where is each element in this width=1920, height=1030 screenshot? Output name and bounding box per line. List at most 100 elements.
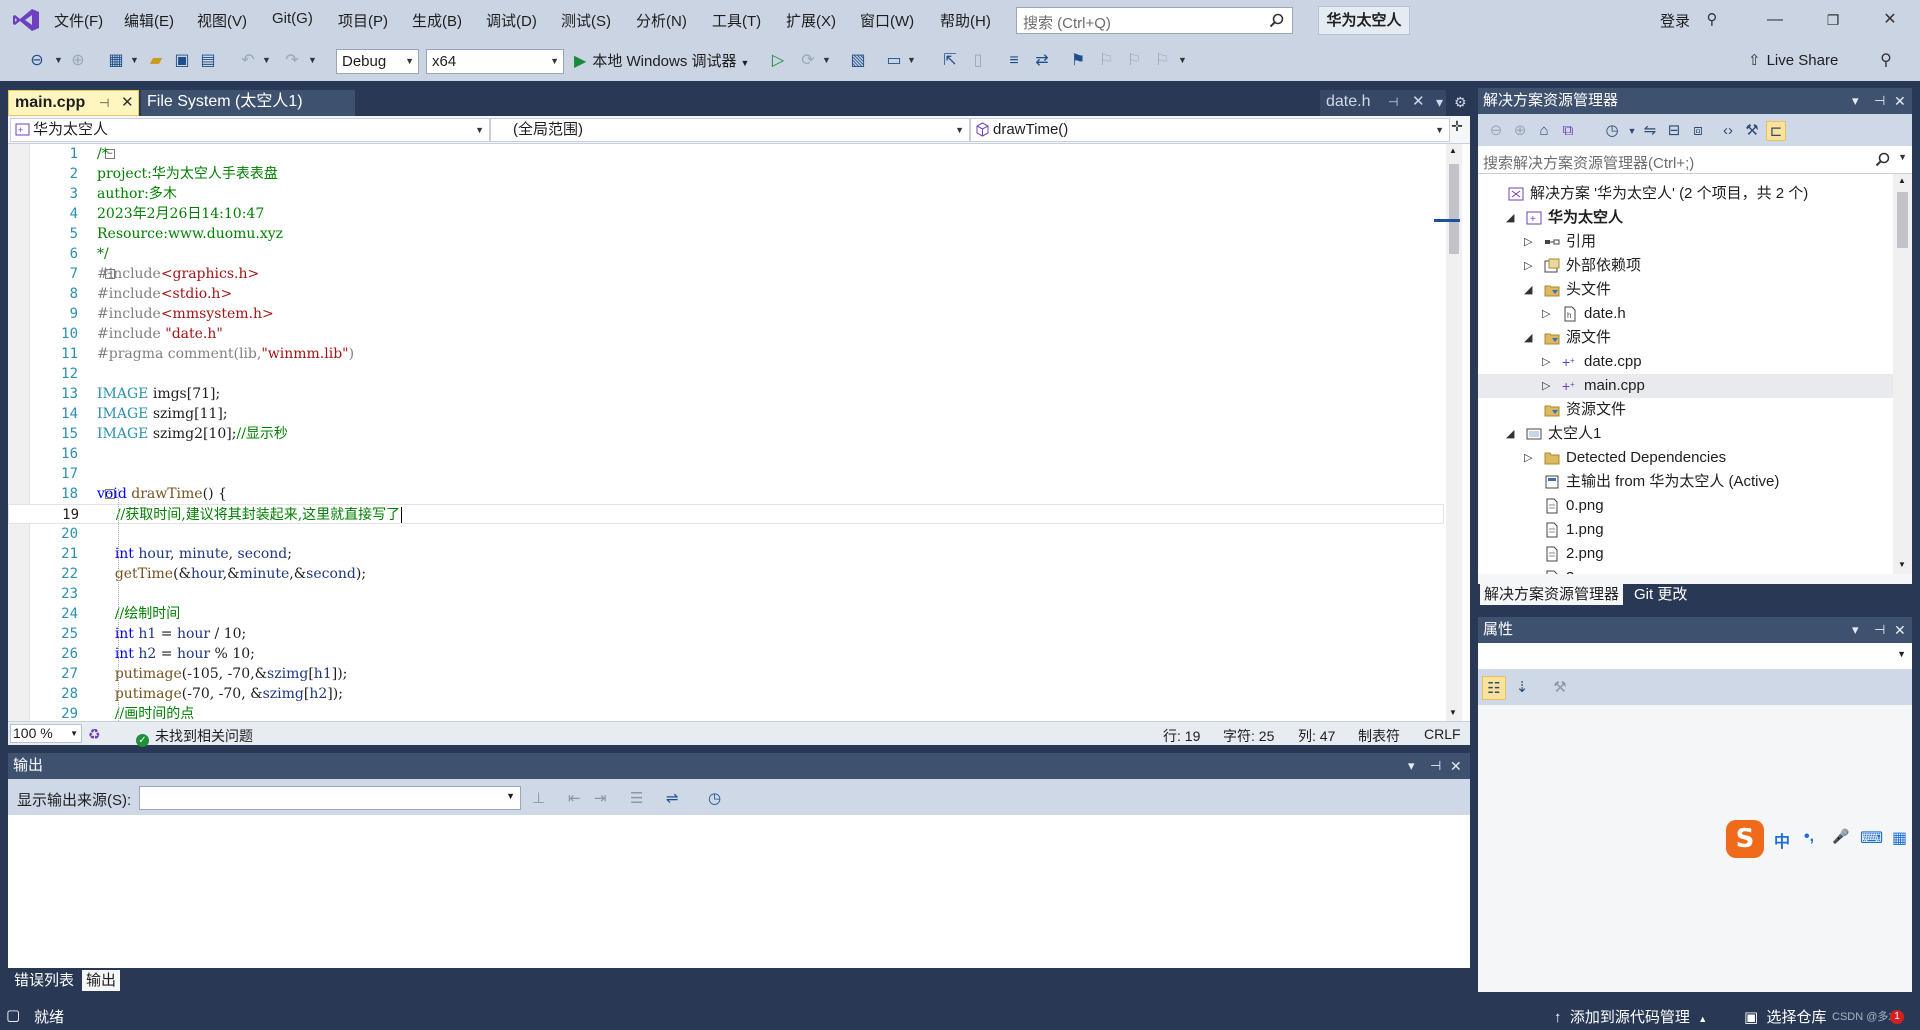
code-line[interactable]: 23 [8,584,1444,604]
uncomment-icon[interactable]: ⇄ [1032,51,1052,71]
line-indicator[interactable]: 行: 19 [1163,726,1200,746]
toolbar-overflow-icon[interactable]: ▼ [1178,55,1187,65]
code-line[interactable]: 1−/* [8,144,1444,164]
code-line[interactable]: 13 IMAGE imgs[71]; [8,384,1444,404]
save-all-icon[interactable]: ▤ [198,51,218,71]
menu-debug[interactable]: 调试(D) [486,10,537,31]
member-navigation-select[interactable]: drawTime() ▼ [970,118,1450,142]
back-icon[interactable]: ⊖ [27,51,47,71]
split-editor-icon[interactable]: ✛ [1448,118,1466,140]
scrollbar-thumb[interactable] [1449,164,1459,254]
show-all-files-icon[interactable]: ⧈ [1688,121,1708,141]
view-code-icon[interactable]: ‹› [1718,121,1738,141]
undo-icon[interactable]: ↶ [238,51,258,71]
menu-file[interactable]: 文件(F) [54,10,103,31]
hot-reload-dropdown-icon[interactable]: ▼ [822,55,831,65]
code-line[interactable]: 20 [8,524,1444,544]
code-line[interactable]: 29 //画时间的点 [8,704,1444,721]
code-line[interactable]: 10 #include "date.h" [8,324,1444,344]
close-panel-icon[interactable]: ✕ [1450,753,1462,779]
tree-item[interactable]: 2.png [1478,542,1893,566]
tree-item[interactable]: ▷ Detected Dependencies [1478,446,1893,470]
code-line[interactable]: 27 putimage(-105, -70,&szimg[h1]); [8,664,1444,684]
tree-item[interactable]: 3.png [1478,566,1893,574]
properties-object-select[interactable]: ▼ [1478,643,1912,669]
add-to-source-control-button[interactable]: ↑ 添加到源代码管理 ▲ [1554,1006,1707,1027]
pin-icon[interactable]: ⊣ [1874,617,1885,643]
tree-item[interactable]: ◢ 头文件 [1478,278,1893,302]
tree-item[interactable]: ◢ + 华为太空人 [1478,206,1893,230]
back-dropdown-icon[interactable]: ▼ [54,55,63,65]
alphabetical-icon[interactable]: ⇣ [1510,676,1534,700]
collapsed-arrow-icon[interactable]: ▷ [1542,302,1550,326]
tree-item[interactable]: ▷ h date.h [1478,302,1893,326]
layout-dropdown-icon[interactable]: ▼ [907,55,916,65]
close-tab-icon[interactable]: ✕ [1412,90,1425,114]
code-line[interactable]: 17 [8,464,1444,484]
line-ending-indicator[interactable]: CRLF [1424,726,1461,742]
editor-vertical-scrollbar[interactable]: ▲ ▼ [1434,144,1462,721]
word-wrap-icon[interactable]: ⇌ [666,789,679,807]
tree-item[interactable]: 1.png [1478,518,1893,542]
code-line[interactable]: 5 Resource:www.duomu.xyz [8,224,1444,244]
code-line[interactable]: 4 2023年2月26日14:10:47 [8,204,1444,224]
tree-item[interactable]: 资源文件 [1478,398,1893,422]
start-debugging-button[interactable]: ▶ 本地 Windows 调试器 ▼ [574,50,749,74]
expanded-arrow-icon[interactable]: ◢ [1506,206,1514,230]
new-dropdown-icon[interactable]: ▼ [130,55,139,65]
pending-changes-filter-icon[interactable]: ◷ [1602,121,1622,141]
back-icon[interactable]: ⊖ [1486,121,1506,141]
tree-item[interactable]: 解决方案 '华为太空人' (2 个项目，共 2 个) [1478,182,1893,206]
scrollbar-thumb[interactable] [1897,192,1908,248]
pin-icon[interactable]: ⊣ [1874,88,1885,114]
collapsed-arrow-icon[interactable]: ▷ [1542,350,1550,374]
scroll-down-icon[interactable]: ▼ [1449,708,1457,717]
start-without-debugging-icon[interactable]: ▷ [768,51,788,71]
solution-search-input[interactable]: 搜索解决方案资源管理器(Ctrl+;) ▼ [1478,146,1912,174]
home-icon[interactable]: ⌂ [1534,121,1554,141]
menu-view[interactable]: 视图(V) [197,10,247,31]
notification-badge[interactable]: 1 [1890,1010,1904,1024]
expanded-arrow-icon[interactable]: ◢ [1524,326,1532,350]
clear-all-icon[interactable]: ☰ [630,789,643,807]
sign-in-link[interactable]: 登录 [1660,10,1690,31]
forward-icon[interactable]: ⊕ [68,51,88,71]
collapse-all-icon[interactable]: ⊟ [1664,121,1684,141]
hot-reload-icon[interactable]: ⟳ [798,51,818,71]
code-line[interactable]: 15 IMAGE szimg2[10];//显示秒 [8,424,1444,444]
close-window-icon[interactable]: ✕ [1870,7,1910,33]
tab-list-dropdown-icon[interactable]: ▾ [1436,94,1443,111]
menu-analyze[interactable]: 分析(N) [636,10,687,31]
account-icon[interactable]: ⚲ [1692,7,1732,33]
configuration-select[interactable]: Debug ▼ [336,49,419,74]
panel-options-icon[interactable]: ▾ [1852,88,1859,114]
code-line[interactable]: 2 project:华为太空人手表表盘 [8,164,1444,184]
prev-bookmark-icon[interactable]: ⚐ [1096,51,1116,71]
scroll-up-icon[interactable]: ▲ [1898,176,1906,185]
menu-help[interactable]: 帮助(H) [940,10,991,31]
tab-date-h[interactable]: date.h ⊣ ✕ [1320,90,1446,116]
scroll-down-icon[interactable]: ▼ [1898,560,1906,569]
menu-tools[interactable]: 工具(T) [712,10,761,31]
tab-main-cpp[interactable]: main.cpp ⊣ ✕ [8,90,139,116]
sogou-ime-logo-icon[interactable]: S [1726,820,1764,858]
menu-window[interactable]: 窗口(W) [860,10,914,31]
keyboard-icon[interactable]: ⌨ [1860,828,1883,848]
expanded-arrow-icon[interactable]: ◢ [1506,422,1514,446]
browse-icon[interactable]: ▧ [848,51,868,71]
code-line[interactable]: 9 #include<mmsystem.h> [8,304,1444,324]
tree-item[interactable]: 0.png [1478,494,1893,518]
categorized-icon[interactable]: ☷ [1482,676,1506,700]
tree-item[interactable]: ◢ 源文件 [1478,326,1893,350]
forward-icon[interactable]: ⊕ [1510,121,1530,141]
property-pages-wrench-icon[interactable]: ⚒ [1548,676,1572,700]
code-line[interactable]: 22 getTime(&hour,&minute,&second); [8,564,1444,584]
code-line[interactable]: 18− void drawTime() { [8,484,1444,504]
issues-indicator[interactable]: ✓ 未找到相关问题 [136,726,253,747]
code-line[interactable]: 11 #pragma comment(lib,"winmm.lib") [8,344,1444,364]
clear-bookmarks-icon[interactable]: ⚐ [1152,51,1172,71]
tab-file-system[interactable]: File System (太空人1) [141,90,355,116]
tab-solution-explorer[interactable]: 解决方案资源管理器 [1480,584,1624,605]
project-navigation-select[interactable]: + 华为太空人 ▼ [10,118,490,142]
panel-options-icon[interactable]: ▾ [1408,753,1415,779]
